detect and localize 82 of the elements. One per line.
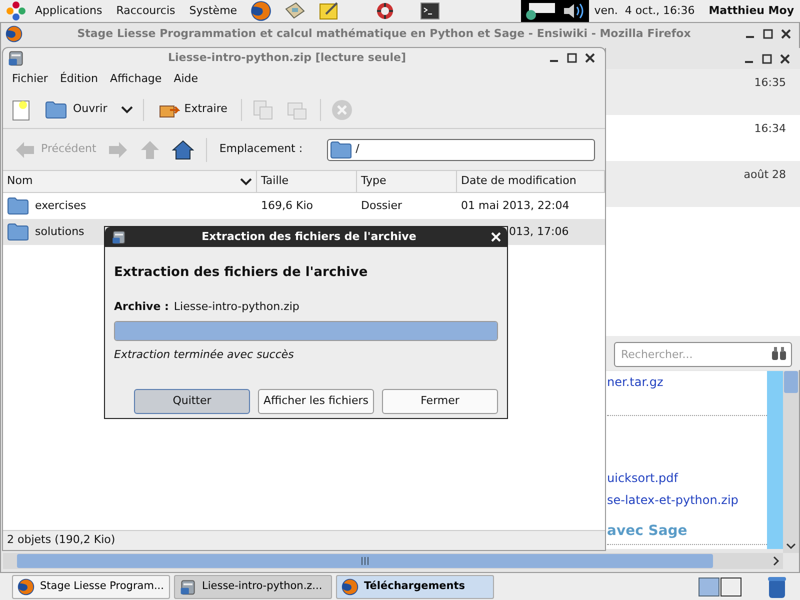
window-title: Stage Liesse Programmation et calcul mathématique en Python et Sage - Ensiwiki - Mozilla Firefox <box>76 26 692 42</box>
taskbar-button[interactable]: Stage Liesse Program... <box>12 574 170 598</box>
menu-item[interactable]: Fichier <box>7 71 53 88</box>
firefox-launcher-icon <box>250 0 272 22</box>
scrollbar-thumb[interactable] <box>17 554 713 568</box>
column-header[interactable]: Type <box>357 171 457 192</box>
close-icon[interactable] <box>585 53 595 63</box>
download-link[interactable]: ner.tar.gz <box>607 373 664 391</box>
section-heading: avec Sage <box>607 522 688 541</box>
panel-menu[interactable]: Raccourcis <box>111 2 180 20</box>
dialog-button[interactable]: Fermer <box>382 388 498 414</box>
binoculars-icon[interactable] <box>771 344 787 360</box>
table-cell-text: 013, 17:06 <box>508 224 570 240</box>
dialog-heading: Extraction des fichiers de l'archive <box>114 264 369 282</box>
terminal-icon[interactable] <box>420 2 440 20</box>
download-link[interactable]: se-latex-et-python.zip <box>607 491 738 509</box>
extract-button[interactable]: Extraire <box>154 100 232 118</box>
archive-icon <box>179 578 197 596</box>
taskbar-button[interactable]: Liesse-intro-python.z... <box>174 574 332 598</box>
flower-logo-icon[interactable] <box>6 1 26 21</box>
notepad-launcher-icon[interactable] <box>318 1 340 21</box>
download-link[interactable]: uicksort.pdf <box>607 469 678 487</box>
dialog-button[interactable]: Quitter <box>134 388 250 414</box>
lifebuoy-icon[interactable] <box>375 1 396 21</box>
vertical-scrollbar[interactable] <box>783 371 799 553</box>
archive-label: Archive : <box>114 298 169 314</box>
workspace-icon[interactable] <box>698 576 742 598</box>
location-field[interactable]: / <box>326 138 595 160</box>
column-header[interactable]: Taille <box>257 171 357 192</box>
sort-chevron-icon <box>240 178 252 186</box>
download-time: 16:35 <box>754 75 786 91</box>
panel-menu[interactable]: Système <box>184 2 242 20</box>
download-time: 16:34 <box>754 121 786 137</box>
status-message: Extraction terminée avec succès <box>114 347 295 363</box>
download-row[interactable]: août 28 <box>606 161 800 207</box>
folder-icon <box>45 100 67 118</box>
download-row[interactable]: 16:35 <box>606 69 800 115</box>
home-icon[interactable] <box>172 140 194 160</box>
trash-icon[interactable] <box>766 574 788 598</box>
grip-icon <box>361 557 369 565</box>
table-cell-text: Dossier <box>360 198 404 214</box>
folder-icon <box>330 140 352 158</box>
menu-item[interactable]: Édition <box>54 71 104 88</box>
horizontal-scrollbar[interactable] <box>3 553 783 569</box>
mail-launcher-icon[interactable] <box>284 1 306 21</box>
archive-name: Liesse-intro-python.zip <box>174 298 300 314</box>
clock[interactable]: ven. 4 oct., 16:36 <box>594 2 695 20</box>
back-arrow-icon <box>15 140 35 158</box>
maximize-icon[interactable] <box>567 53 577 63</box>
file-name: solutions <box>35 224 84 240</box>
new-document-icon[interactable] <box>11 98 31 120</box>
folder-icon <box>7 197 29 215</box>
window-title: Liesse-intro-python.zip [lecture seule] <box>166 50 408 66</box>
firefox-icon <box>341 578 359 596</box>
maximize-icon[interactable] <box>762 54 772 64</box>
open-button[interactable]: Ouvrir <box>41 100 112 118</box>
close-icon[interactable] <box>780 54 790 64</box>
close-icon[interactable] <box>781 29 791 39</box>
archive-icon <box>111 229 127 245</box>
search-field[interactable]: Rechercher... <box>614 342 792 366</box>
dialog-title: Extraction des fichiers de l'archive <box>200 228 418 245</box>
firefox-icon <box>17 578 35 596</box>
user-name[interactable]: Matthieu Moy <box>708 2 794 20</box>
status-text: 2 objets (190,2 Kio) <box>7 532 116 548</box>
column-header[interactable]: Nom <box>3 171 257 192</box>
file-name: exercises <box>35 198 86 214</box>
chevron-down-icon[interactable] <box>121 104 134 114</box>
column-header[interactable]: Date de modification <box>457 171 605 192</box>
download-time: août 28 <box>744 167 786 183</box>
folder-icon <box>7 223 29 241</box>
table-cell-text: 169,6 Kio <box>260 198 314 214</box>
taskbar-button[interactable]: Téléchargements <box>336 574 494 598</box>
network-icon[interactable] <box>523 1 558 21</box>
firefox-icon <box>5 25 23 43</box>
location-label: Emplacement : <box>219 141 303 158</box>
dialog-button[interactable]: Afficher les fichiers <box>258 388 374 414</box>
menu-item[interactable]: Affichage <box>105 71 167 88</box>
menu-item[interactable]: Aide <box>168 71 204 88</box>
scrollbar-thumb[interactable] <box>784 371 798 393</box>
table-cell-text: 01 mai 2013, 22:04 <box>460 198 570 214</box>
panel-menu[interactable]: Applications <box>30 2 108 20</box>
maximize-icon[interactable] <box>763 29 773 39</box>
